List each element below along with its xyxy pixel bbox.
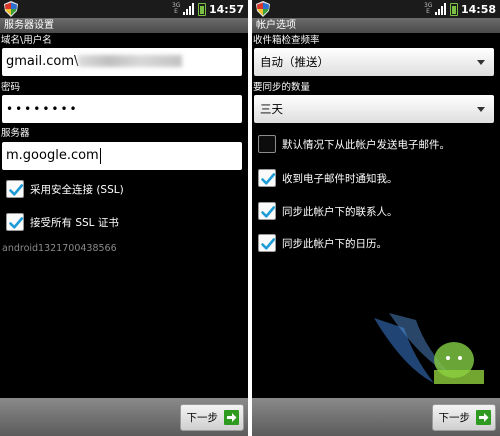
sync-contacts-checkbox[interactable] [258, 202, 276, 220]
status-bar: 3G E 14:58 [252, 0, 500, 18]
account-options-screen: 3G E 14:58 帐户选项 收件箱检查频率 自动（推送） 要同步的数量 三天… [252, 0, 500, 436]
option-label: 同步此帐户下的联系人。 [282, 205, 398, 218]
ssl-checkbox-row[interactable]: 采用安全连接 (SSL) [6, 179, 124, 199]
network-type-indicator: 3G E [171, 2, 181, 15]
redacted-username [78, 54, 183, 67]
accept-certs-label: 接受所有 SSL 证书 [30, 216, 119, 229]
screen-title: 服务器设置 [0, 18, 248, 33]
sync-amount-label: 要同步的数量 [253, 82, 311, 93]
default-account-checkbox-row[interactable]: 默认情况下从此帐户发送电子邮件。 [258, 134, 450, 154]
arrow-right-icon [476, 410, 491, 425]
status-time: 14:57 [208, 2, 244, 16]
checkmark-icon [261, 206, 276, 218]
password-label: 密码 [1, 82, 21, 93]
password-value: •••••••• [6, 102, 79, 116]
password-field[interactable]: •••••••• [2, 95, 242, 123]
next-button-label: 下一步 [438, 412, 471, 424]
domain-user-label: 域名\用户名 [1, 35, 52, 46]
server-value: m.google.com [6, 148, 99, 163]
ssl-label: 采用安全连接 (SSL) [30, 183, 124, 196]
status-bar: 3G E 14:57 [0, 0, 248, 18]
checkmark-icon [261, 173, 276, 185]
notify-email-checkbox[interactable] [258, 169, 276, 187]
server-settings-screen: 3G E 14:57 服务器设置 域名\用户名 gmail.com\ 密码 ••… [0, 0, 248, 436]
domain-user-value: gmail.com\ [6, 54, 79, 69]
battery-icon [197, 2, 206, 16]
checkmark-icon [261, 238, 276, 250]
check-frequency-value: 自动（推送） [260, 55, 329, 69]
option-label: 同步此帐户下的日历。 [282, 237, 387, 250]
chevron-down-icon [477, 107, 485, 112]
signal-icon [182, 3, 194, 15]
ssl-checkbox[interactable] [6, 180, 24, 198]
server-label: 服务器 [1, 128, 30, 139]
next-button[interactable]: 下一步 [432, 404, 496, 431]
arrow-right-icon [224, 410, 239, 425]
option-label: 收到电子邮件时通知我。 [282, 172, 398, 185]
accept-certs-checkbox[interactable] [6, 213, 24, 231]
checkmark-icon [9, 217, 24, 229]
default-account-checkbox[interactable] [258, 135, 276, 153]
sync-amount-dropdown[interactable]: 三天 [254, 95, 494, 123]
chevron-down-icon [477, 60, 485, 65]
next-button[interactable]: 下一步 [180, 404, 244, 431]
checkmark-icon [9, 184, 24, 196]
status-time: 14:58 [460, 2, 496, 16]
domain-user-field[interactable]: gmail.com\ [2, 48, 242, 76]
device-id: android1321700438566 [2, 243, 117, 254]
option-label: 默认情况下从此帐户发送电子邮件。 [282, 138, 450, 151]
check-frequency-dropdown[interactable]: 自动（推送） [254, 48, 494, 76]
network-type-indicator: 3G E [423, 2, 433, 15]
sync-amount-value: 三天 [260, 102, 283, 116]
sync-calendar-checkbox[interactable] [258, 234, 276, 252]
bottom-bar: 下一步 [252, 398, 500, 436]
accept-certs-checkbox-row[interactable]: 接受所有 SSL 证书 [6, 212, 119, 232]
bottom-bar: 下一步 [0, 398, 248, 436]
shield-icon [256, 1, 270, 17]
server-field[interactable]: m.google.com [2, 142, 242, 170]
sync-contacts-checkbox-row[interactable]: 同步此帐户下的联系人。 [258, 201, 398, 221]
shield-icon [4, 1, 18, 17]
text-cursor [99, 147, 101, 164]
battery-icon [449, 2, 458, 16]
screen-title: 帐户选项 [252, 18, 500, 33]
check-frequency-label: 收件箱检查频率 [253, 35, 320, 46]
site-watermark-logo [374, 313, 484, 384]
next-button-label: 下一步 [186, 412, 219, 424]
notify-email-checkbox-row[interactable]: 收到电子邮件时通知我。 [258, 168, 398, 188]
sync-calendar-checkbox-row[interactable]: 同步此帐户下的日历。 [258, 233, 387, 253]
signal-icon [434, 3, 446, 15]
